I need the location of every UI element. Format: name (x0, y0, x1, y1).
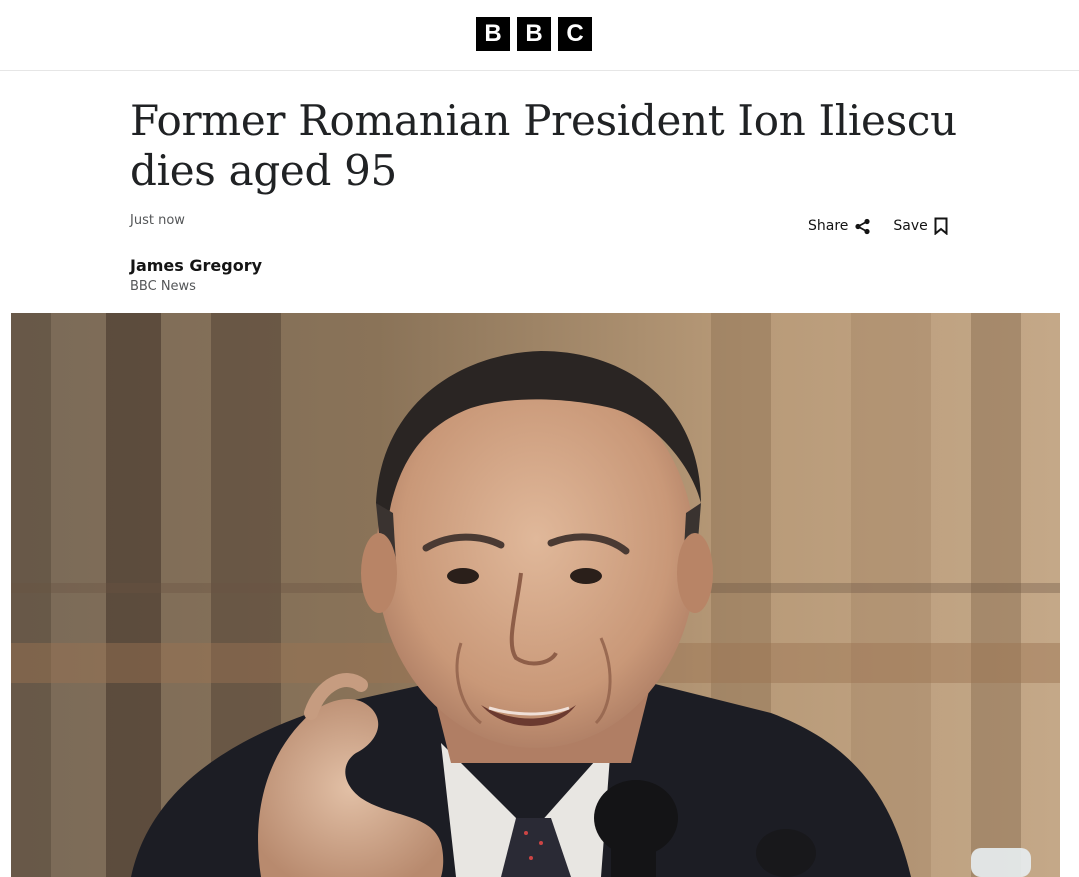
logo-letter: B (517, 17, 551, 51)
share-label: Share (808, 218, 849, 234)
save-button[interactable]: Save (893, 217, 948, 235)
article-headline: Former Romanian President Ion Iliescu di… (130, 96, 957, 195)
save-label: Save (893, 218, 928, 234)
article-actions: Share Save (808, 217, 948, 235)
bookmark-icon (934, 217, 948, 235)
bbc-logo[interactable]: B B C (476, 17, 592, 51)
author-name: James Gregory (130, 256, 263, 275)
article-timestamp: Just now (130, 213, 185, 228)
logo-letter: C (558, 17, 592, 51)
site-header: B B C (0, 0, 1079, 71)
author-organization: BBC News (130, 279, 196, 294)
hero-image (11, 313, 1060, 877)
share-button[interactable]: Share (808, 218, 871, 235)
share-icon (854, 218, 871, 235)
logo-letter: B (476, 17, 510, 51)
